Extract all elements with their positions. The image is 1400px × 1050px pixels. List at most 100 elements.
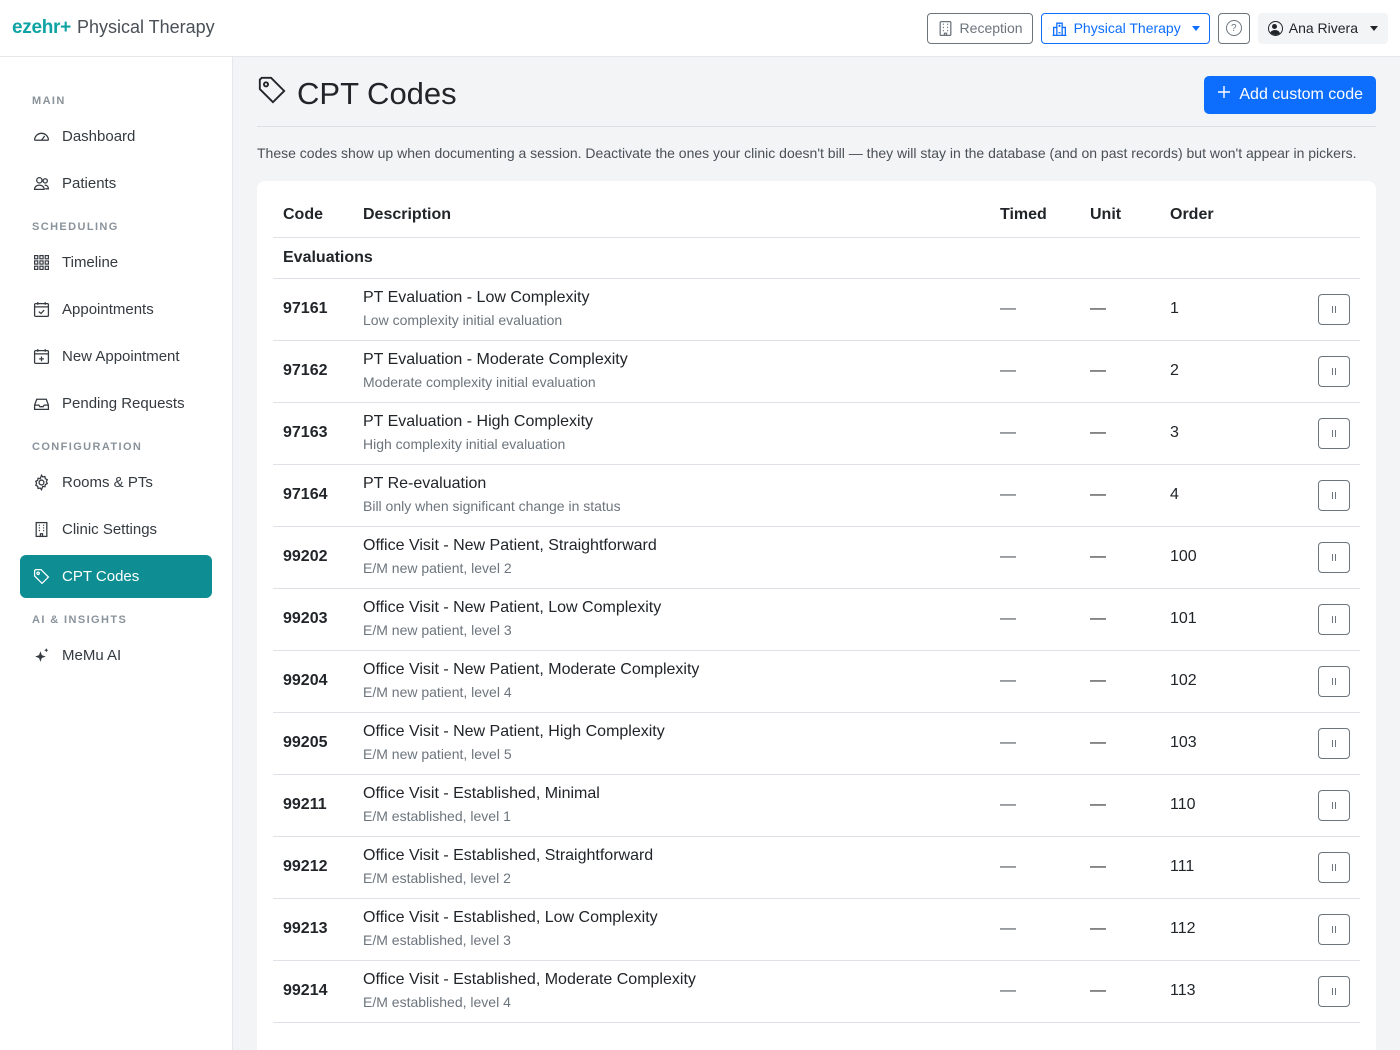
cpt-code: 97161	[273, 278, 353, 341]
description-title: PT Re-evaluation	[363, 475, 487, 492]
pause-icon	[1335, 305, 1336, 313]
cpt-description: Office Visit - Established, Low Complexi…	[353, 898, 990, 961]
cpt-timed: —	[990, 340, 1080, 403]
deactivate-button[interactable]	[1318, 913, 1350, 945]
description-title: Office Visit - New Patient, Moderate Com…	[363, 661, 700, 678]
table-row: 99213 Office Visit - Established, Low Co…	[273, 898, 1360, 961]
pause-icon	[1335, 429, 1336, 437]
sparkles-icon	[32, 647, 50, 665]
people-icon	[32, 175, 50, 193]
cpt-unit: —	[1080, 526, 1160, 589]
pause-icon	[1335, 987, 1336, 995]
description-subtitle: E/M new patient, level 4	[363, 684, 512, 700]
tag-icon	[32, 568, 50, 586]
main-content: CPT Codes Add custom code These codes sh…	[233, 57, 1400, 1050]
cpt-actions	[1300, 526, 1360, 589]
description-subtitle: Low complexity initial evaluation	[363, 312, 563, 328]
cpt-unit: —	[1080, 340, 1160, 403]
department-dropdown[interactable]: Physical Therapy	[1040, 12, 1210, 44]
cpt-unit: —	[1080, 836, 1160, 899]
top-navbar: ezehr+ Physical Therapy Reception Physic…	[0, 0, 1400, 57]
sidebar-item-appointments[interactable]: Appointments	[20, 288, 212, 331]
cpt-description: Office Visit - Established, Minimal E/M …	[353, 774, 990, 837]
table-row: 99205 Office Visit - New Patient, High C…	[273, 712, 1360, 775]
deactivate-button[interactable]	[1318, 975, 1350, 1007]
sidebar-item-dashboard[interactable]: Dashboard	[20, 115, 212, 158]
sidebar: MAIN Dashboard Patients SCHEDULING Timel…	[0, 57, 233, 1050]
description-subtitle: Bill only when significant change in sta…	[363, 498, 621, 514]
description-subtitle: Moderate complexity initial evaluation	[363, 374, 596, 390]
calendar-check-icon	[32, 301, 50, 319]
cpt-actions	[1300, 898, 1360, 961]
cpt-order: 2	[1160, 340, 1300, 403]
question-icon: ?	[1225, 20, 1242, 36]
group-label: Evaluations	[273, 237, 1360, 279]
deactivate-button[interactable]	[1318, 355, 1350, 387]
cpt-description: Office Visit - New Patient, Low Complexi…	[353, 588, 990, 651]
description-title: Office Visit - New Patient, High Complex…	[363, 723, 665, 740]
cpt-timed: —	[990, 836, 1080, 899]
deactivate-button[interactable]	[1318, 851, 1350, 883]
sidebar-item-clinic-settings[interactable]: Clinic Settings	[20, 508, 212, 551]
add-custom-code-button[interactable]: Add custom code	[1204, 75, 1376, 114]
cpt-unit: —	[1080, 774, 1160, 837]
sidebar-item-memu-ai[interactable]: MeMu AI	[20, 634, 212, 677]
user-menu[interactable]: Ana Rivera	[1257, 12, 1388, 44]
deactivate-button[interactable]	[1318, 293, 1350, 325]
cpt-code: 99211	[273, 774, 353, 837]
table-row: 99202 Office Visit - New Patient, Straig…	[273, 526, 1360, 589]
sidebar-item-cpt-codes[interactable]: CPT Codes	[20, 555, 212, 598]
grid-icon	[32, 254, 50, 272]
header-actions	[1300, 193, 1360, 238]
description-title: Office Visit - Established, Minimal	[363, 785, 600, 802]
description-title: Office Visit - Established, Moderate Com…	[363, 971, 696, 988]
cpt-order: 101	[1160, 588, 1300, 651]
pause-icon	[1332, 553, 1333, 561]
cpt-actions	[1300, 960, 1360, 1023]
chevron-down-icon	[1370, 25, 1378, 31]
chevron-down-icon	[1191, 25, 1200, 31]
pause-icon	[1335, 925, 1336, 933]
header-order: Order	[1160, 193, 1300, 238]
sidebar-item-patients[interactable]: Patients	[20, 162, 212, 205]
sidebar-item-timeline[interactable]: Timeline	[20, 241, 212, 284]
cpt-timed: —	[990, 898, 1080, 961]
sidebar-item-new-appointment[interactable]: New Appointment	[20, 335, 212, 378]
cpt-timed: —	[990, 712, 1080, 775]
header-unit: Unit	[1080, 193, 1160, 238]
deactivate-button[interactable]	[1318, 541, 1350, 573]
description-subtitle: High complexity initial evaluation	[363, 436, 566, 452]
cpt-actions	[1300, 402, 1360, 465]
sidebar-item-label: Dashboard	[62, 128, 136, 145]
description-title: Office Visit - Established, Straightforw…	[363, 847, 654, 864]
cpt-description: Office Visit - Established, Straightforw…	[353, 836, 990, 899]
cpt-description: Office Visit - New Patient, Moderate Com…	[353, 650, 990, 713]
deactivate-button[interactable]	[1318, 665, 1350, 697]
reception-button[interactable]: Reception	[926, 12, 1033, 44]
deactivate-button[interactable]	[1318, 417, 1350, 449]
deactivate-button[interactable]	[1318, 789, 1350, 821]
pause-icon	[1335, 677, 1336, 685]
help-button[interactable]: ?	[1217, 12, 1250, 44]
header-code: Code	[273, 193, 353, 238]
brand-name: Physical Therapy	[76, 17, 215, 37]
deactivate-button[interactable]	[1318, 603, 1350, 635]
table-row: 97161 PT Evaluation - Low Complexity Low…	[273, 278, 1360, 341]
deactivate-button[interactable]	[1318, 727, 1350, 759]
sidebar-item-label: Appointments	[62, 301, 154, 318]
sidebar-item-rooms[interactable]: Rooms & PTs	[20, 461, 212, 504]
brand[interactable]: ezehr+ Physical Therapy	[12, 17, 215, 39]
cpt-codes-card: Code Description Timed Unit Order Evalua…	[257, 181, 1376, 1050]
section-label-ai: AI & INSIGHTS	[32, 614, 128, 626]
sidebar-item-pending-requests[interactable]: Pending Requests	[20, 382, 212, 425]
inbox-icon	[32, 395, 50, 413]
deactivate-button[interactable]	[1318, 479, 1350, 511]
cpt-actions	[1300, 340, 1360, 403]
cpt-code: 99214	[273, 960, 353, 1023]
cpt-order: 4	[1160, 464, 1300, 527]
user-icon	[1267, 20, 1283, 36]
cpt-timed: —	[990, 588, 1080, 651]
sidebar-item-label: New Appointment	[62, 348, 180, 365]
cpt-unit: —	[1080, 278, 1160, 341]
description-subtitle: E/M new patient, level 5	[363, 746, 512, 762]
